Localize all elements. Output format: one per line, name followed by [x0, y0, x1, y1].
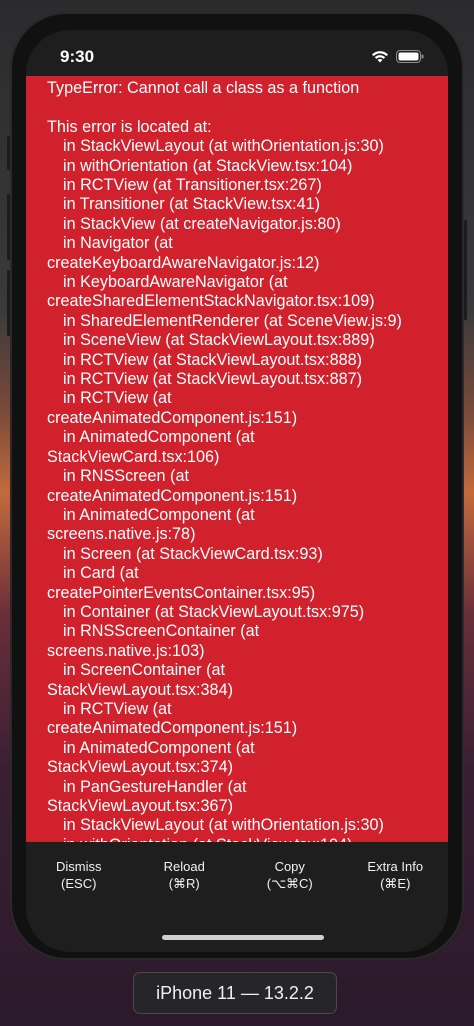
stack-trace-line: in StackView (at createNavigator.js:80) [63, 214, 341, 233]
stack-trace-line: createAnimatedComponent.js:151) [47, 408, 298, 427]
stack-trace-line: in Transitioner (at StackView.tsx:41) [63, 195, 321, 214]
stack-trace-line: in StackViewLayout (at withOrientation.j… [63, 137, 384, 156]
status-time: 9:30 [60, 47, 95, 66]
copy-label: Copy [274, 859, 305, 874]
stack-trace-line: in StackViewLayout (at withOrientation.j… [63, 816, 384, 835]
stack-trace-line: StackViewLayout.tsx:384) [47, 680, 233, 699]
stack-trace-line: in RNSScreenContainer (at [63, 622, 260, 641]
error-stack-trace: TypeError: Cannot call a class as a func… [47, 79, 437, 842]
stack-trace-line: in AnimatedComponent (at [63, 428, 255, 447]
stack-trace-line: createAnimatedComponent.js:151) [47, 719, 298, 738]
reload-button[interactable]: Reload (⌘R) [132, 842, 238, 902]
error-message: TypeError: Cannot call a class as a func… [47, 79, 360, 97]
battery-icon [396, 50, 424, 63]
stack-trace-line: in RCTView (at StackViewLayout.tsx:887) [63, 370, 363, 389]
stack-trace-line: in PanGestureHandler (at [63, 777, 247, 796]
stack-trace-line: createSharedElementStackNavigator.tsx:10… [47, 292, 375, 311]
extra-info-button[interactable]: Extra Info (⌘E) [343, 842, 449, 902]
stack-trace-line: screens.native.js:103) [47, 641, 205, 660]
stack-trace-line: in Navigator (at [63, 234, 173, 253]
volume-down-button [7, 270, 10, 336]
stack-trace-line: in KeyboardAwareNavigator (at [63, 273, 288, 292]
stack-trace-line: in RCTView (at Transitioner.tsx:267) [63, 176, 322, 195]
stack-trace-line: in Card (at [63, 564, 139, 583]
power-button [464, 220, 467, 320]
stack-trace-line: createAnimatedComponent.js:151) [47, 486, 298, 505]
stack-trace-line: createPointerEventsContainer.tsx:95) [47, 583, 316, 602]
redbox-error-panel[interactable]: TypeError: Cannot call a class as a func… [26, 76, 448, 842]
simulator-device-label: iPhone 11 — 13.2.2 [133, 972, 337, 1014]
stack-trace-line: in RCTView (at [63, 389, 172, 408]
wifi-icon [372, 51, 388, 63]
error-location-header: This error is located at: [47, 117, 212, 136]
stack-trace-line: in RCTView (at StackViewLayout.tsx:888) [63, 350, 363, 369]
device-screen: 9:30 TypeError: Cannot call a class as a… [26, 30, 448, 952]
volume-up-button [7, 194, 10, 260]
copy-button[interactable]: Copy (⌥⌘C) [237, 842, 343, 902]
dismiss-shortcut: (ESC) [61, 876, 97, 891]
dismiss-button[interactable]: Dismiss (ESC) [26, 842, 132, 902]
stack-trace-line: screens.native.js:78) [47, 525, 196, 544]
stack-trace-line: StackViewLayout.tsx:374) [47, 758, 233, 777]
stack-trace-line: StackViewLayout.tsx:367) [47, 797, 233, 816]
stack-trace-line: in Container (at StackViewLayout.tsx:975… [63, 602, 365, 621]
status-icons [371, 50, 424, 63]
stack-trace-line: in ScreenContainer (at [63, 661, 225, 680]
stack-trace-line: StackViewCard.tsx:106) [47, 447, 220, 466]
reload-shortcut: (⌘R) [168, 876, 200, 891]
home-indicator[interactable] [162, 935, 324, 940]
stack-trace-line: in withOrientation (at StackView.tsx:104… [63, 156, 353, 175]
stack-trace-line: in AnimatedComponent (at [63, 505, 255, 524]
stack-trace-line: in RNSScreen (at [63, 467, 189, 486]
stack-trace-line: in SharedElementRenderer (at SceneView.j… [63, 311, 402, 330]
mute-switch [7, 136, 10, 170]
stack-trace-line [47, 98, 437, 117]
stack-trace-line: in Screen (at StackViewCard.tsx:93) [63, 544, 323, 563]
stack-trace-line: in RCTView (at [63, 699, 172, 718]
redbox-action-bar: Dismiss (ESC) Reload (⌘R) Copy (⌥⌘C) Ext… [26, 842, 448, 902]
extra-info-label: Extra Info [367, 859, 424, 874]
stack-trace-line: in AnimatedComponent (at [63, 738, 255, 757]
stack-trace-line: createKeyboardAwareNavigator.js:12) [47, 253, 320, 272]
copy-shortcut: (⌥⌘C) [266, 876, 313, 891]
stack-trace-line: in SceneView (at StackViewLayout.tsx:889… [63, 331, 375, 350]
status-bar: 9:30 [26, 30, 448, 76]
reload-label: Reload [163, 859, 205, 874]
extra-info-shortcut: (⌘E) [380, 876, 411, 891]
dismiss-label: Dismiss [56, 859, 102, 874]
